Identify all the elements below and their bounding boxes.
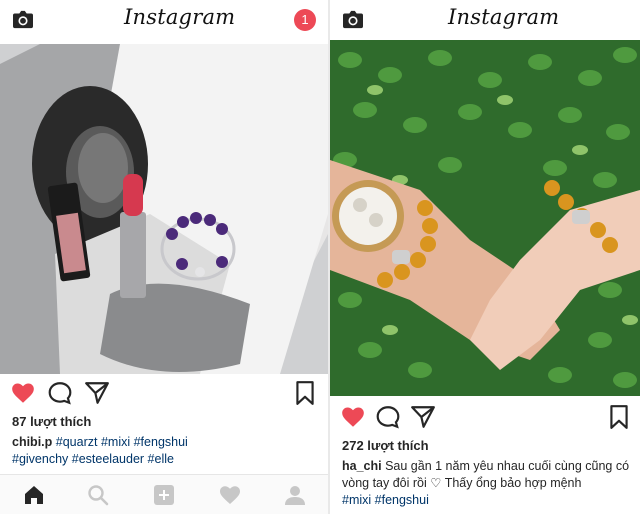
home-icon[interactable] <box>22 483 46 507</box>
caption-line: #givenchy #esteelauder #elle <box>12 451 318 468</box>
likes-count[interactable]: 87 lượt thích <box>12 414 91 429</box>
post-caption: ha_chi Sau gần 1 năm yêu nhau cuối cùng … <box>342 458 630 509</box>
holding-hands-photo-image <box>330 40 640 396</box>
hashtag-link[interactable]: #fengshui <box>375 493 429 507</box>
profile-icon[interactable] <box>283 483 307 507</box>
app-logo: Instagram <box>448 5 560 29</box>
camera-icon[interactable] <box>12 9 34 29</box>
feed-panel-left: Instagram 1 87 lượt thích chibi.p #quarz… <box>0 0 328 514</box>
post-caption: chibi.p #quarzt #mixi #fengshui #givench… <box>12 434 318 468</box>
caption-line: chibi.p #quarzt #mixi #fengshui <box>12 434 318 451</box>
top-bar: Instagram 1 <box>0 0 328 40</box>
caption-text: Sau gần 1 năm yêu nhau cuối cùng cũng có… <box>342 459 630 490</box>
post-actions <box>0 380 328 410</box>
hashtag-link[interactable]: #esteelauder <box>72 452 144 466</box>
comment-icon[interactable] <box>47 380 73 406</box>
add-post-icon[interactable] <box>152 483 176 507</box>
comment-icon[interactable] <box>375 404 401 430</box>
camera-icon[interactable] <box>342 9 364 29</box>
likes-count[interactable]: 272 lượt thích <box>342 438 429 453</box>
hashtag-link[interactable]: #fengshui <box>134 435 188 449</box>
username-link[interactable]: ha_chi <box>342 459 382 473</box>
direct-share-icon[interactable] <box>84 380 110 406</box>
hashtag-link[interactable]: #mixi <box>101 435 130 449</box>
bookmark-icon[interactable] <box>292 380 318 406</box>
caption-line: #mixi #fengshui <box>342 492 630 509</box>
bookmark-icon[interactable] <box>606 404 632 430</box>
heart-filled-icon[interactable] <box>340 404 366 430</box>
feed-panel-right: Instagram 272 lượt thích ha_chi Sau gần … <box>330 0 640 514</box>
post-actions <box>330 404 640 434</box>
magazine-photo-image <box>0 44 328 374</box>
hashtag-link[interactable]: #elle <box>148 452 174 466</box>
search-icon[interactable] <box>86 483 110 507</box>
hashtag-link[interactable]: #quarzt <box>56 435 98 449</box>
activity-heart-icon[interactable] <box>218 483 242 507</box>
direct-share-icon[interactable] <box>410 404 436 430</box>
hashtag-link[interactable]: #givenchy <box>12 452 68 466</box>
app-logo: Instagram <box>124 5 236 29</box>
notification-badge[interactable]: 1 <box>294 9 316 31</box>
username-link[interactable]: chibi.p <box>12 435 52 449</box>
top-bar: Instagram <box>330 0 640 40</box>
post-photo[interactable] <box>330 40 640 396</box>
post-photo[interactable] <box>0 44 328 374</box>
heart-filled-icon[interactable] <box>10 380 36 406</box>
bottom-navigation <box>0 474 328 514</box>
hashtag-link[interactable]: #mixi <box>342 493 371 507</box>
